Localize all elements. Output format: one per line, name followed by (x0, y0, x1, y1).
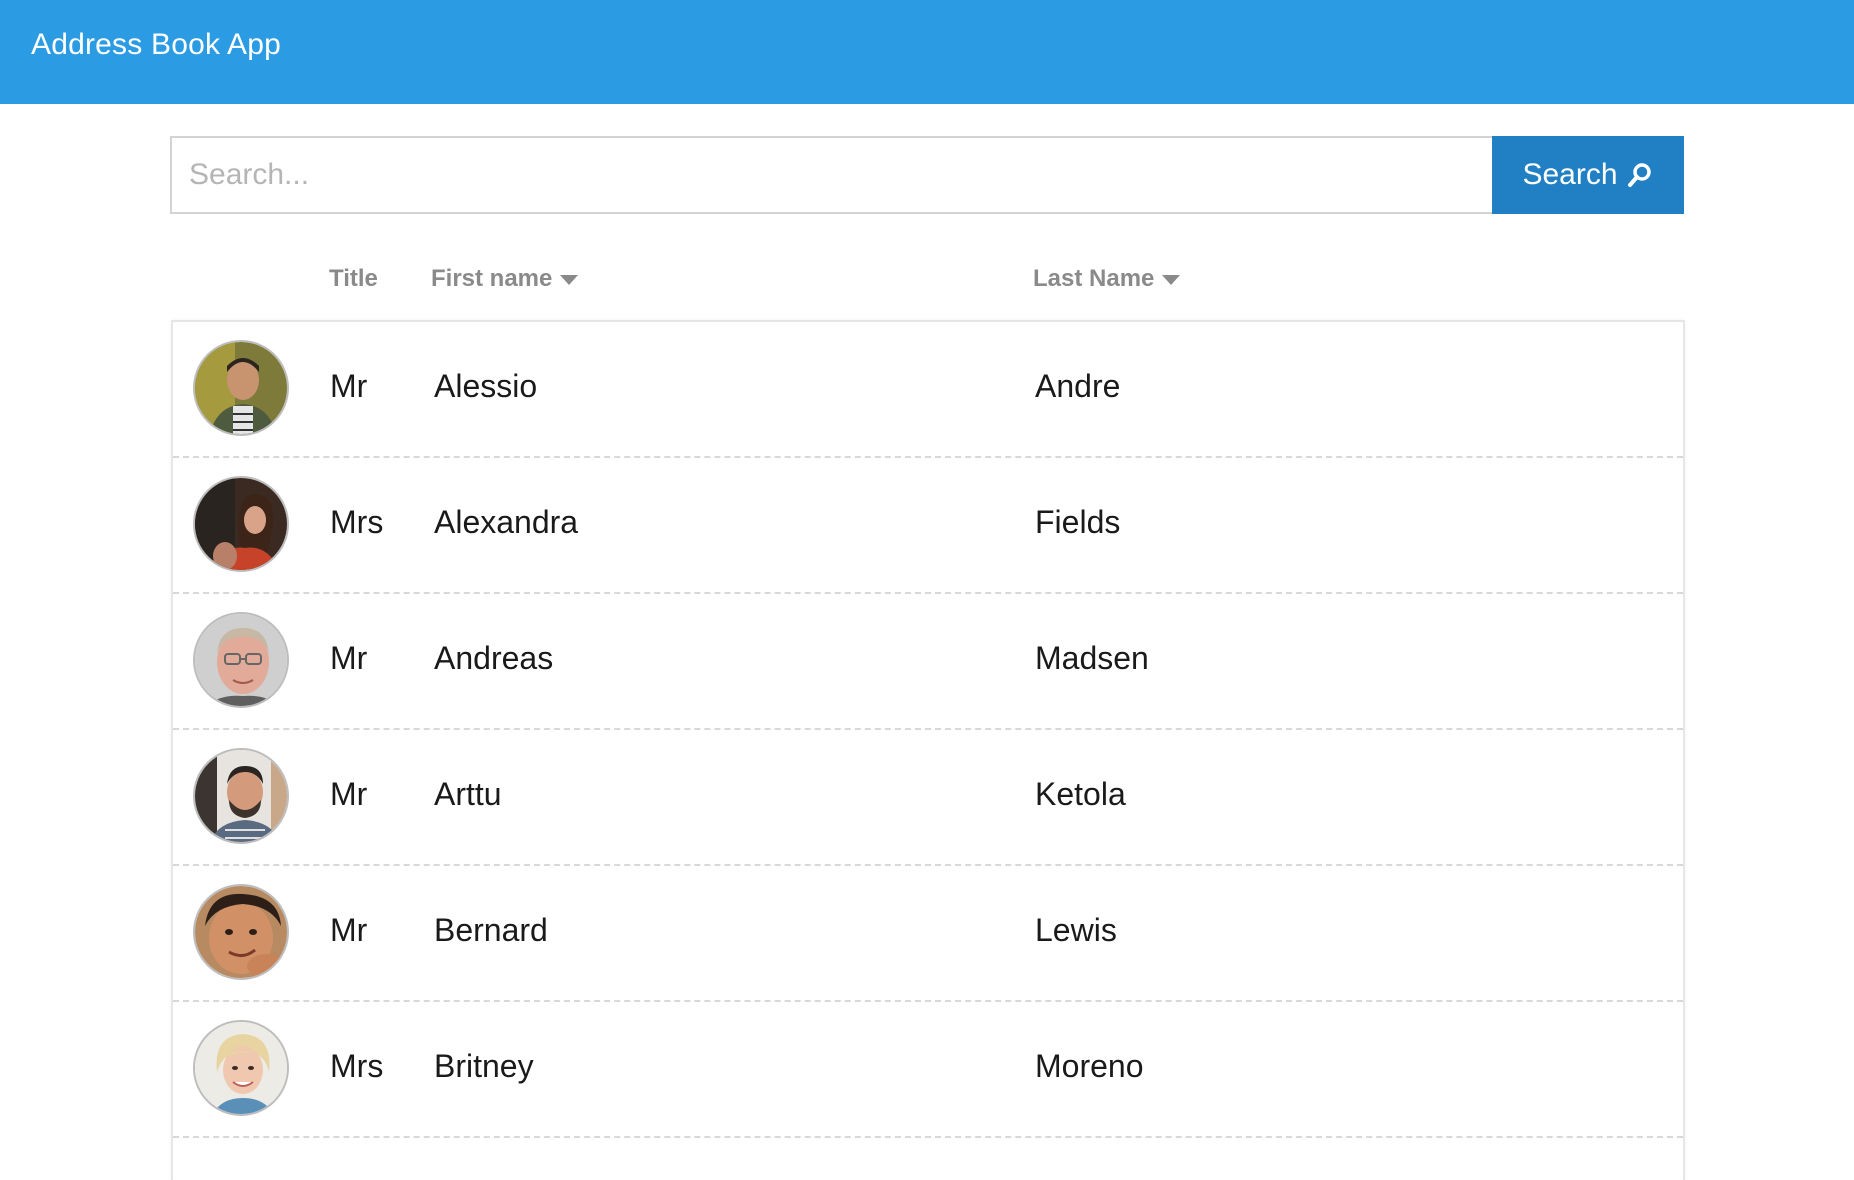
cell-last-name: Ketola (1035, 776, 1126, 812)
cell-first-name: Alexandra (434, 504, 579, 540)
avatar (193, 476, 289, 572)
search-button-label: Search (1522, 158, 1618, 191)
table-row[interactable]: Mr Andreas Madsen (173, 594, 1683, 730)
column-header-last-name-label: Last Name (1033, 265, 1155, 292)
avatar (193, 884, 289, 980)
avatar (193, 340, 289, 436)
contacts-table: Mr Alessio Andre Mrs Alexandra Fields Mr… (171, 320, 1685, 1180)
cell-last-name: Madsen (1035, 640, 1149, 676)
magnifier-icon (1626, 161, 1654, 189)
cell-last-name: Lewis (1035, 912, 1117, 948)
column-header-title-label: Title (329, 265, 378, 292)
app-header: Address Book App (0, 0, 1854, 104)
cell-first-name: Britney (434, 1048, 534, 1084)
cell-title: Mrs (330, 1048, 384, 1084)
search-button[interactable]: Search (1492, 136, 1684, 214)
avatar (193, 1020, 289, 1116)
column-header-first-name[interactable]: First name (431, 265, 579, 293)
caret-down-icon (1162, 275, 1181, 285)
avatar (193, 748, 289, 844)
app-title: Address Book App (31, 28, 282, 61)
cell-first-name: Andreas (434, 640, 554, 676)
column-header-last-name[interactable]: Last Name (1033, 265, 1181, 293)
search-input[interactable] (170, 136, 1492, 214)
cell-last-name: Fields (1035, 504, 1121, 540)
avatar (193, 612, 289, 708)
column-header-first-name-label: First name (431, 265, 553, 292)
cell-title: Mr (330, 368, 368, 404)
cell-last-name: Andre (1035, 368, 1121, 404)
table-row[interactable]: Mrs Britney Moreno (173, 1002, 1683, 1138)
cell-first-name: Arttu (434, 776, 502, 812)
caret-down-icon (560, 275, 579, 285)
cell-title: Mr (330, 912, 368, 948)
cell-first-name: Bernard (434, 912, 548, 948)
cell-title: Mr (330, 776, 368, 812)
column-header-title[interactable]: Title (329, 265, 378, 293)
table-row[interactable]: Mr Bernard Lewis (173, 866, 1683, 1002)
table-row[interactable]: Mr Alessio Andre (173, 322, 1683, 458)
table-row[interactable]: Mr Arttu Ketola (173, 730, 1683, 866)
cell-title: Mrs (330, 504, 384, 540)
cell-last-name: Moreno (1035, 1048, 1144, 1084)
cell-first-name: Alessio (434, 368, 538, 404)
table-row[interactable]: Mrs Alexandra Fields (173, 458, 1683, 594)
cell-title: Mr (330, 640, 368, 676)
